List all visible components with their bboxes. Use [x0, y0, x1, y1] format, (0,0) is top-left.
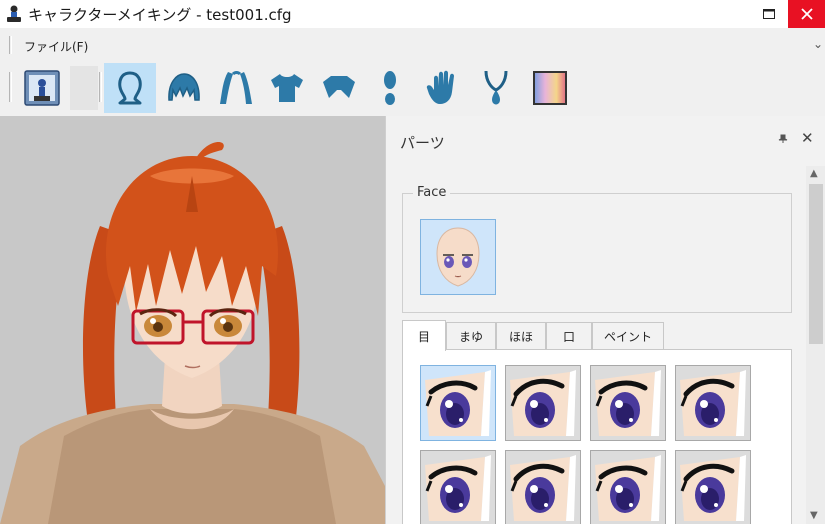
close-window-button[interactable]	[788, 0, 825, 28]
window-title: キャラクターメイキング - test001.cfg	[28, 6, 292, 24]
toolbar-separator	[70, 66, 98, 110]
parts-panel: パーツ ✕ Face 目 まゆ ほほ 口 ペイント ▲ ▼	[385, 116, 825, 524]
eye-part-thumbnail[interactable]	[420, 450, 496, 524]
panel-scrollbar[interactable]: ▲ ▼	[806, 166, 825, 524]
app-window: キャラクターメイキング - test001.cfg ファイル(F) ⌄ パーツ …	[0, 0, 825, 524]
close-icon	[800, 8, 813, 20]
shoe-tool-button[interactable]	[364, 63, 416, 113]
eye-part-thumbnail[interactable]	[590, 365, 666, 441]
eye-preview-image	[680, 455, 746, 521]
color-tool-button[interactable]	[524, 63, 576, 113]
eye-part-thumbnail[interactable]	[675, 450, 751, 524]
menu-overflow-chevron-icon[interactable]: ⌄	[813, 37, 823, 51]
menu-grip[interactable]	[9, 36, 12, 54]
necklace-icon	[484, 70, 508, 105]
app-icon	[7, 5, 21, 22]
character-model-image	[0, 116, 385, 524]
menu-bar: ファイル(F) ⌄	[0, 32, 825, 58]
glove-icon	[426, 70, 454, 104]
tab-eyes[interactable]: 目	[402, 320, 446, 351]
tab-paint[interactable]: ペイント	[592, 322, 664, 350]
tab-mouth[interactable]: 口	[546, 322, 592, 350]
character-settings-button[interactable]	[16, 63, 68, 113]
shirt-tool-button[interactable]	[261, 63, 313, 113]
eye-preview-image	[680, 370, 746, 436]
toolbar-grip[interactable]	[9, 72, 12, 102]
eye-parts-grid	[402, 349, 792, 524]
toolbar-grip-2	[99, 72, 102, 102]
face-icon	[118, 71, 142, 105]
title-bar: キャラクターメイキング - test001.cfg	[0, 0, 825, 28]
scroll-down-icon[interactable]: ▼	[810, 510, 818, 521]
character-settings-icon	[24, 70, 60, 106]
eye-part-thumbnail[interactable]	[505, 365, 581, 441]
panel-title: パーツ	[400, 134, 445, 152]
face-tool-button[interactable]	[104, 63, 156, 113]
necklace-tool-button[interactable]	[470, 63, 522, 113]
panel-header: パーツ ✕	[386, 116, 825, 166]
maximize-button[interactable]	[751, 0, 787, 28]
face-group-label: Face	[413, 185, 451, 200]
pin-icon[interactable]	[778, 133, 788, 147]
pants-tool-button[interactable]	[313, 63, 365, 113]
color-palette-icon	[533, 71, 567, 105]
back-hair-tool-button[interactable]	[210, 63, 262, 113]
bangs-icon	[168, 73, 200, 101]
shirt-icon	[271, 74, 303, 102]
face-preview-image	[436, 227, 480, 287]
maximize-icon	[763, 9, 775, 19]
panel-close-icon[interactable]: ✕	[801, 129, 814, 147]
tab-eyebrows[interactable]: まゆ	[446, 322, 496, 350]
scroll-up-icon[interactable]: ▲	[810, 168, 818, 179]
eye-preview-image	[425, 370, 491, 436]
eye-part-thumbnail[interactable]	[590, 450, 666, 524]
toolbar	[0, 60, 825, 114]
back-hair-icon	[220, 71, 252, 104]
eye-preview-image	[510, 455, 576, 521]
scroll-thumb[interactable]	[809, 184, 823, 344]
eye-part-thumbnail[interactable]	[420, 365, 496, 441]
eye-preview-image	[510, 370, 576, 436]
shoe-icon	[384, 71, 396, 105]
glove-tool-button[interactable]	[418, 63, 470, 113]
character-viewport[interactable]	[0, 116, 385, 524]
eye-preview-image	[595, 370, 661, 436]
eye-part-thumbnail[interactable]	[505, 450, 581, 524]
eye-preview-image	[425, 455, 491, 521]
tab-cheeks[interactable]: ほほ	[496, 322, 546, 350]
eye-preview-image	[595, 455, 661, 521]
menu-file[interactable]: ファイル(F)	[24, 38, 88, 55]
face-group: Face	[402, 185, 792, 313]
eye-part-thumbnail[interactable]	[675, 365, 751, 441]
face-thumbnail[interactable]	[420, 219, 496, 295]
pants-icon	[323, 76, 355, 98]
bangs-tool-button[interactable]	[158, 63, 210, 113]
